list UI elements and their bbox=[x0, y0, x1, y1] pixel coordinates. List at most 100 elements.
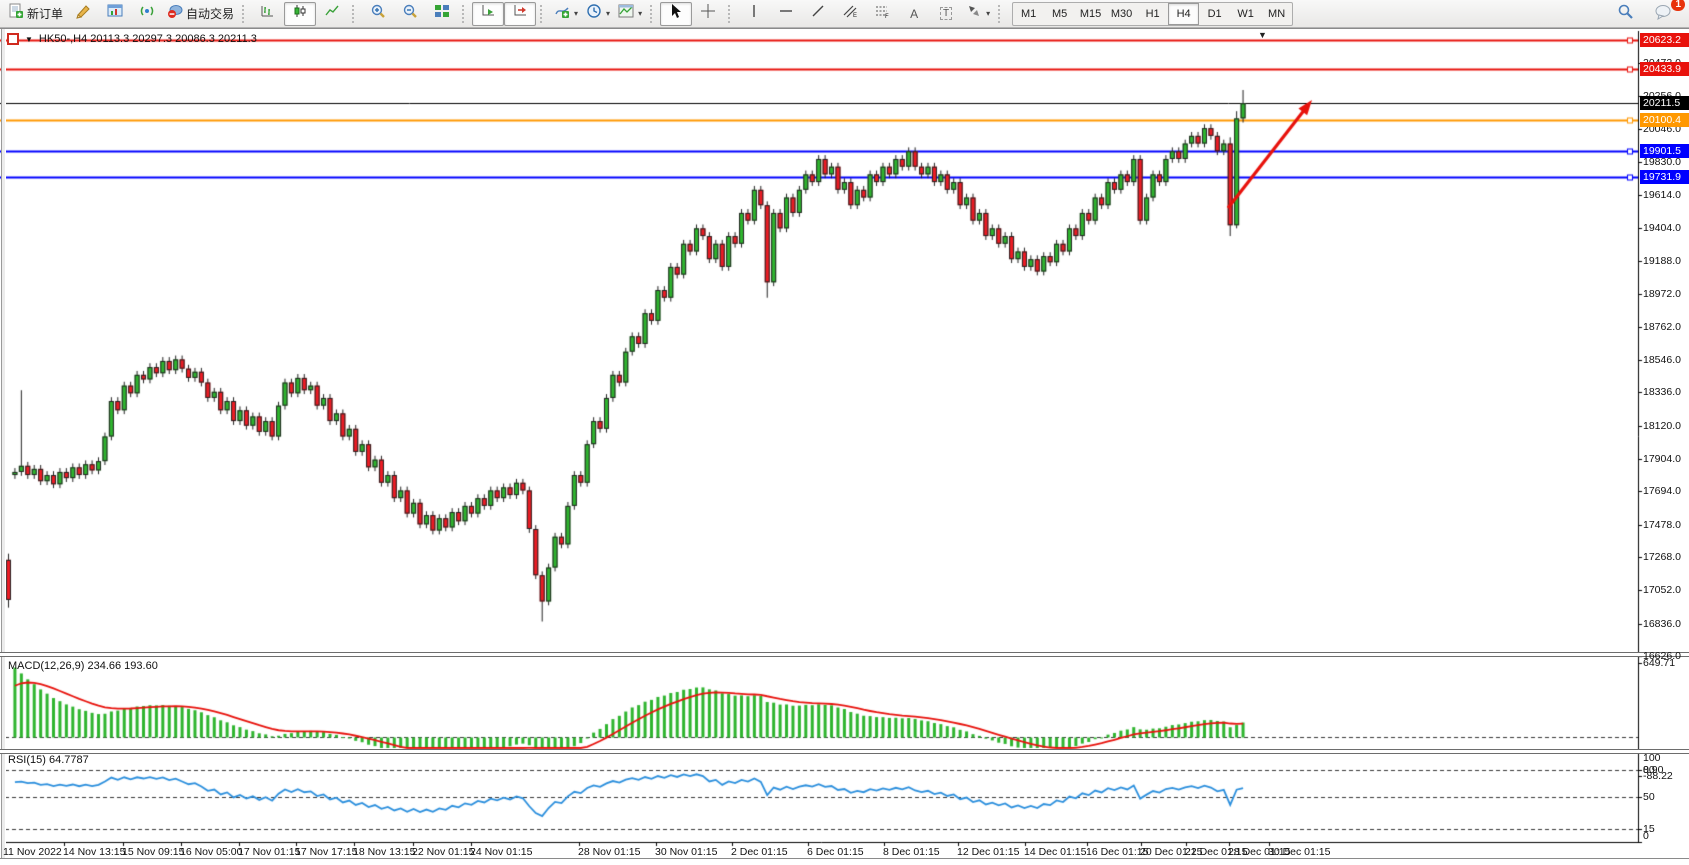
time-axis-label: 17 Nov 01:15 bbox=[238, 846, 300, 858]
price-axis-tick-label: 16836.0 bbox=[1643, 618, 1681, 630]
indicators-button[interactable]: ▾ bbox=[550, 2, 582, 26]
symbol-ohlc-text: HK50-,H4 20113.3 20297.3 20086.3 20211.3 bbox=[39, 33, 257, 45]
line-chart-type-button[interactable] bbox=[316, 2, 348, 26]
horizontal-line-icon bbox=[778, 3, 794, 24]
pane-separator-macd[interactable] bbox=[0, 652, 1689, 657]
crosshair-tool-button[interactable] bbox=[692, 2, 724, 26]
dropdown-caret-icon: ▾ bbox=[986, 9, 990, 18]
new-order-icon bbox=[8, 3, 24, 24]
rsi-axis-tick-label: 50 bbox=[1643, 791, 1655, 803]
toolbar-grip bbox=[352, 5, 358, 23]
price-level-badge: 20211.5 bbox=[1640, 96, 1689, 110]
signal-button[interactable] bbox=[131, 2, 163, 26]
periods-button[interactable]: ▾ bbox=[582, 2, 614, 26]
toolbar-grip bbox=[462, 5, 468, 23]
new-order-button[interactable]: 新订单 bbox=[4, 2, 67, 26]
label-tool-button[interactable]: T bbox=[930, 2, 962, 26]
line-chart-icon bbox=[324, 3, 340, 24]
price-axis-tick-label: 18762.0 bbox=[1643, 321, 1681, 333]
signal-icon bbox=[139, 3, 155, 24]
search-button[interactable] bbox=[1609, 2, 1641, 26]
timeframe-button-m15[interactable]: M15 bbox=[1075, 3, 1106, 25]
toolbar-grip bbox=[650, 5, 656, 23]
search-icon bbox=[1617, 3, 1634, 25]
symbol-marker-icon bbox=[7, 33, 19, 45]
time-axis-label: 30 Dec 01:15 bbox=[1268, 846, 1330, 858]
time-axis-label: 22 Nov 01:15 bbox=[412, 846, 474, 858]
chart-window-icon bbox=[107, 3, 123, 24]
chart-canvas[interactable] bbox=[0, 29, 1689, 865]
time-axis-label: 28 Nov 01:15 bbox=[578, 846, 640, 858]
fibonacci-icon: F bbox=[874, 3, 890, 24]
chat-button[interactable]: 1 bbox=[1647, 2, 1679, 26]
tile-windows-button[interactable] bbox=[426, 2, 458, 26]
clock-icon bbox=[586, 3, 602, 24]
channel-tool-button[interactable]: E bbox=[834, 2, 866, 26]
price-level-badge: 20433.9 bbox=[1640, 62, 1689, 76]
zoom-in-button[interactable] bbox=[362, 2, 394, 26]
notification-badge: 1 bbox=[1671, 0, 1685, 11]
timeframe-button-w1[interactable]: W1 bbox=[1230, 3, 1261, 25]
template-chart-icon bbox=[618, 3, 634, 24]
vertical-line-tool-button[interactable] bbox=[738, 2, 770, 26]
time-axis-label: 16 Nov 05:00 bbox=[180, 846, 242, 858]
price-level-badge: 19731.9 bbox=[1640, 170, 1689, 184]
price-axis-tick-label: 17052.0 bbox=[1643, 584, 1681, 596]
price-axis-tick-label: 18546.0 bbox=[1643, 354, 1681, 366]
svg-text:E: E bbox=[853, 13, 857, 19]
price-axis-tick-label: 19614.0 bbox=[1643, 189, 1681, 201]
auto-trading-button[interactable]: 自动交易 bbox=[163, 2, 238, 26]
dropdown-caret-icon: ▾ bbox=[638, 9, 642, 18]
svg-text:F: F bbox=[885, 14, 889, 19]
timeframe-button-mn[interactable]: MN bbox=[1261, 3, 1292, 25]
toolbar: 新订单 自动交易 bbox=[0, 0, 1689, 28]
price-axis-tick-label: 19404.0 bbox=[1643, 222, 1681, 234]
chart-shift-button[interactable] bbox=[504, 2, 536, 26]
macd-indicator-label: MACD(12,26,9) 234.66 193.60 bbox=[8, 660, 158, 672]
price-axis-tick-label: 19188.0 bbox=[1643, 255, 1681, 267]
timeframe-button-d1[interactable]: D1 bbox=[1199, 3, 1230, 25]
trendline-tool-button[interactable] bbox=[802, 2, 834, 26]
text-tool-button[interactable]: A bbox=[898, 2, 930, 26]
price-axis-tick-label: 17694.0 bbox=[1643, 485, 1681, 497]
crayon-button[interactable] bbox=[67, 2, 99, 26]
dropdown-caret-icon: ▾ bbox=[574, 9, 578, 18]
price-axis-tick-label: 17478.0 bbox=[1643, 519, 1681, 531]
timeframe-button-h1[interactable]: H1 bbox=[1137, 3, 1168, 25]
equidistant-channel-icon: E bbox=[842, 3, 858, 24]
rsi-axis-tick-label: 80 bbox=[1643, 764, 1655, 776]
timeframe-button-m5[interactable]: M5 bbox=[1044, 3, 1075, 25]
auto-trading-label: 自动交易 bbox=[186, 5, 234, 22]
bar-chart-icon bbox=[260, 3, 276, 24]
price-axis-tick-label: 18120.0 bbox=[1643, 420, 1681, 432]
auto-scroll-button[interactable] bbox=[472, 2, 504, 26]
cursor-tool-button[interactable] bbox=[660, 2, 692, 26]
time-axis-label: 8 Dec 01:15 bbox=[883, 846, 940, 858]
time-axis-label: 17 Nov 17:15 bbox=[295, 846, 357, 858]
timeframe-button-m1[interactable]: M1 bbox=[1013, 3, 1044, 25]
pane-separator-rsi[interactable] bbox=[0, 749, 1689, 754]
time-axis-label: 18 Nov 13:15 bbox=[353, 846, 415, 858]
arrows-tool-button[interactable]: ▾ bbox=[962, 2, 994, 26]
time-axis-label: 15 Nov 09:15 bbox=[122, 846, 184, 858]
horizontal-line-tool-button[interactable] bbox=[770, 2, 802, 26]
templates-button[interactable]: ▾ bbox=[614, 2, 646, 26]
timeframe-button-m30[interactable]: M30 bbox=[1106, 3, 1137, 25]
candlestick-type-button[interactable] bbox=[284, 2, 316, 26]
fibonacci-tool-button[interactable]: F bbox=[866, 2, 898, 26]
bar-chart-type-button[interactable] bbox=[252, 2, 284, 26]
rsi-axis-tick-label: 100 bbox=[1643, 752, 1661, 764]
price-level-badge: 20623.2 bbox=[1640, 33, 1689, 47]
zoom-out-icon bbox=[402, 3, 418, 24]
header-collapse-icon[interactable]: ▼ bbox=[25, 35, 33, 44]
time-axis-label: 14 Nov 13:15 bbox=[63, 846, 125, 858]
timeframe-button-h4[interactable]: H4 bbox=[1168, 3, 1199, 25]
chart-shift-icon bbox=[512, 3, 528, 24]
chart-shift-marker-icon[interactable]: ▼ bbox=[1258, 30, 1267, 40]
auto-scroll-icon bbox=[480, 3, 496, 24]
window-border-bottom bbox=[0, 858, 1689, 859]
charts-button[interactable] bbox=[99, 2, 131, 26]
price-level-badge: 20100.4 bbox=[1640, 113, 1689, 127]
chat-bubble-icon bbox=[1654, 3, 1672, 25]
zoom-out-button[interactable] bbox=[394, 2, 426, 26]
